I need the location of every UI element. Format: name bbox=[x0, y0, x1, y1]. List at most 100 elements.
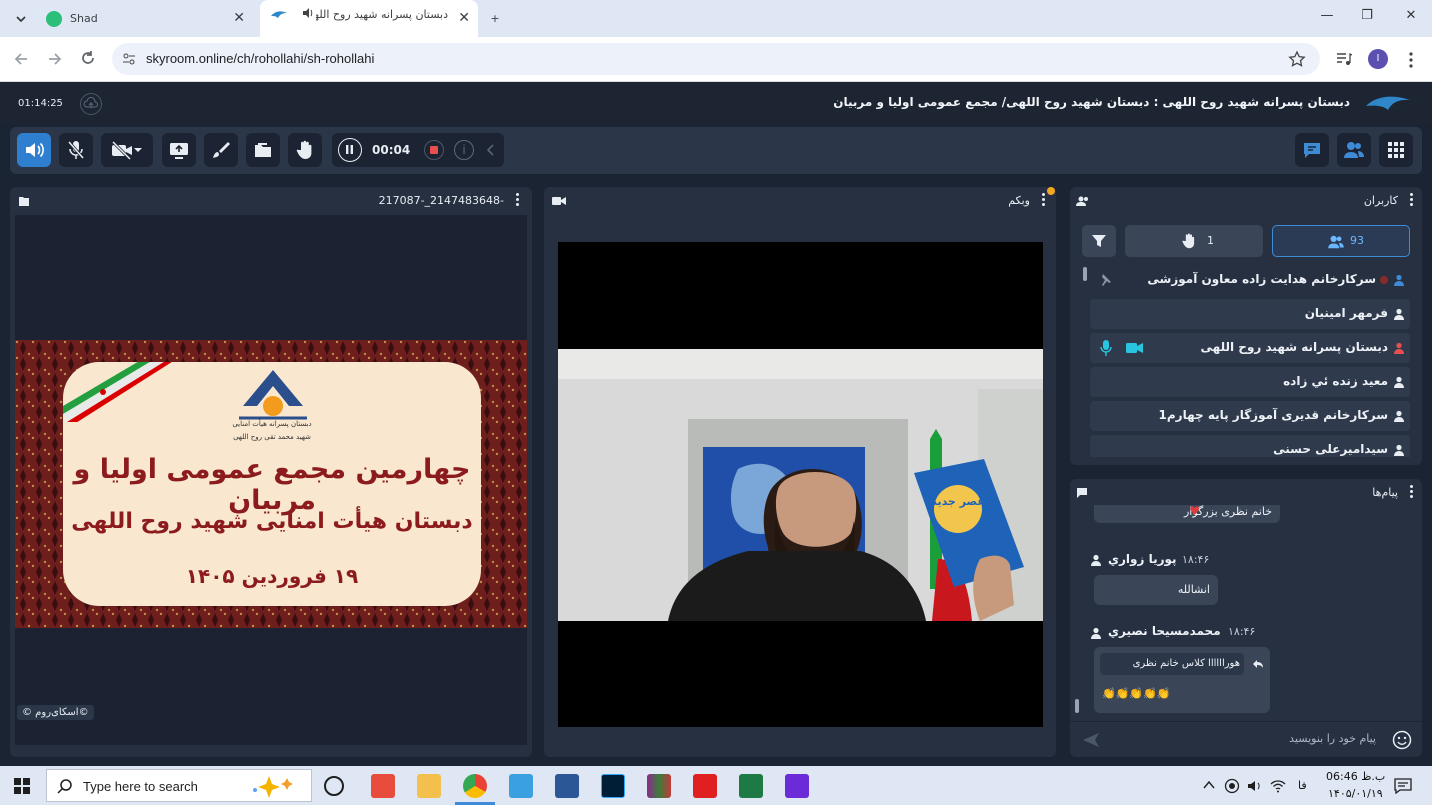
app-icon[interactable] bbox=[509, 774, 533, 798]
wifi-tray-icon[interactable] bbox=[1270, 778, 1286, 794]
chat-input-placeholder[interactable]: پیام خود را بنویسید bbox=[1289, 732, 1376, 745]
school-name-line-2: شهید محمد تقی روح اللهی bbox=[233, 433, 311, 441]
excel-app-icon[interactable] bbox=[739, 774, 763, 798]
windows-start-icon[interactable] bbox=[14, 778, 30, 794]
quoted-message: هوراااااا کلاس خانم نظری bbox=[1100, 653, 1244, 675]
anydesk-app-icon[interactable] bbox=[371, 774, 395, 798]
back-icon[interactable] bbox=[12, 49, 32, 69]
banner-date: ۱۹ فروردین ۱۴۰۵ bbox=[185, 564, 359, 588]
user-row[interactable]: سرکارخانم هدایت زاده معاون آموزشی bbox=[1090, 265, 1410, 295]
info-icon[interactable]: i bbox=[454, 140, 474, 160]
apps-grid-button[interactable] bbox=[1379, 133, 1413, 167]
panel-menu-icon[interactable] bbox=[1408, 484, 1414, 500]
clock-date[interactable]: ۱۴۰۵/۰۱/۱۹ bbox=[1328, 787, 1383, 800]
skyroom-logo-icon bbox=[1366, 96, 1410, 110]
speaker-icon[interactable] bbox=[302, 7, 314, 19]
stop-recording-button[interactable] bbox=[424, 140, 444, 160]
word-app-icon[interactable] bbox=[555, 774, 579, 798]
search-highlight-icon bbox=[253, 776, 293, 798]
user-row[interactable]: معید زنده ئي زاده bbox=[1090, 367, 1410, 397]
whiteboard-button[interactable] bbox=[204, 133, 238, 167]
document-viewer: دبستان پسرانه هیأت امنایی شهید محمد تقی … bbox=[15, 215, 527, 745]
close-tab-icon[interactable]: ✕ bbox=[233, 10, 245, 26]
media-control-icon[interactable] bbox=[1336, 51, 1352, 67]
camera-off-icon bbox=[111, 140, 132, 160]
users-scrollbar[interactable] bbox=[1083, 267, 1087, 281]
pause-recording-button[interactable] bbox=[338, 138, 362, 162]
book-title: عصر جدید bbox=[931, 495, 985, 508]
filter-button[interactable] bbox=[1082, 225, 1116, 257]
tab-skyroom[interactable]: دبستان پسرانه شهید روح اللهی ✕ bbox=[260, 0, 478, 37]
profile-avatar[interactable]: I bbox=[1368, 49, 1388, 69]
browser-menu-icon[interactable] bbox=[1406, 51, 1416, 69]
grid-icon bbox=[1388, 142, 1404, 158]
speaker-toggle-button[interactable] bbox=[17, 133, 51, 167]
close-tab-icon[interactable]: ✕ bbox=[458, 10, 470, 26]
volume-tray-icon[interactable] bbox=[1247, 778, 1263, 794]
bookmark-star-icon[interactable] bbox=[1288, 50, 1306, 68]
minimize-button[interactable]: — bbox=[1316, 8, 1338, 30]
recording-time: 00:04 bbox=[372, 143, 411, 157]
user-row[interactable]: فرمهر امینیان bbox=[1090, 299, 1410, 329]
close-window-button[interactable]: ✕ bbox=[1400, 8, 1422, 30]
share-screen-button[interactable] bbox=[162, 133, 196, 167]
clock-time[interactable]: 06:46 ب.ظ bbox=[1326, 770, 1385, 783]
microphone-toggle-button[interactable] bbox=[59, 133, 93, 167]
files-button[interactable] bbox=[246, 133, 280, 167]
file-explorer-icon[interactable] bbox=[417, 774, 441, 798]
restore-button[interactable]: ❐ bbox=[1356, 8, 1378, 30]
photoshop-app-icon[interactable] bbox=[601, 774, 625, 798]
tab-shad[interactable]: Shad ✕ bbox=[38, 0, 253, 37]
send-icon[interactable] bbox=[1082, 731, 1100, 749]
chat-icon bbox=[1304, 143, 1320, 158]
raised-hands-tab[interactable]: 1 bbox=[1125, 225, 1263, 257]
address-bar[interactable]: skyroom.online/ch/rohollahi/sh-rohollahi bbox=[112, 43, 1320, 75]
chat-panel: پیام‌ها خانم نظری بزرگوار ♥ پوريا زواري … bbox=[1070, 479, 1422, 757]
chevron-up-icon[interactable] bbox=[1203, 780, 1215, 790]
all-users-tab[interactable]: 93 bbox=[1272, 225, 1410, 257]
users-toggle-button[interactable] bbox=[1337, 133, 1371, 167]
chat-toggle-button[interactable] bbox=[1295, 133, 1329, 167]
cloud-upload-icon[interactable] bbox=[80, 93, 102, 115]
acrobat-app-icon[interactable] bbox=[693, 774, 717, 798]
panel-menu-icon[interactable] bbox=[1408, 192, 1414, 208]
site-info-icon[interactable] bbox=[122, 52, 136, 66]
user-icon bbox=[1394, 376, 1404, 388]
chrome-app-icon[interactable] bbox=[463, 774, 487, 798]
new-tab-button[interactable]: + bbox=[486, 0, 504, 37]
raise-hand-button[interactable] bbox=[288, 133, 322, 167]
iran-flag-ribbon bbox=[63, 362, 172, 422]
panel-menu-icon[interactable] bbox=[514, 192, 520, 208]
user-row[interactable]: دبستان پسرانه شهید روح اللهی bbox=[1090, 333, 1410, 363]
language-indicator[interactable]: فا bbox=[1298, 779, 1307, 792]
recording-controls: 00:04 i bbox=[332, 133, 504, 167]
pin-icon[interactable] bbox=[1098, 273, 1112, 287]
chevron-left-icon[interactable] bbox=[486, 144, 496, 156]
notification-center-icon[interactable] bbox=[1394, 778, 1412, 794]
message-time: ۱۸:۴۶ bbox=[1228, 625, 1256, 638]
emoji-icon[interactable] bbox=[1392, 730, 1412, 750]
panel-menu-icon[interactable] bbox=[1040, 192, 1046, 208]
webcam-video: عصر جدید bbox=[558, 349, 1043, 621]
users-panel: کاربران 1 93 سرکارخانم هدایت زاده معاون … bbox=[1070, 187, 1422, 465]
taskbar-search[interactable]: Type here to search bbox=[46, 769, 312, 802]
document-panel: 217087-_2147483648- دبستان پسرانه هیأت ا… bbox=[10, 187, 532, 757]
record-tray-icon[interactable] bbox=[1224, 778, 1240, 794]
speaker-video-frame: عصر جدید bbox=[558, 349, 1043, 621]
camera-toggle-button[interactable] bbox=[101, 133, 153, 167]
app-icon[interactable] bbox=[785, 774, 809, 798]
user-row[interactable]: سرکارخانم قدیری آموزگار پایه چهارم1 bbox=[1090, 401, 1410, 431]
winrar-app-icon[interactable] bbox=[647, 774, 671, 798]
browser-toolbar: skyroom.online/ch/rohollahi/sh-rohollahi bbox=[0, 37, 1432, 82]
chat-scrollbar[interactable] bbox=[1075, 699, 1079, 713]
forward-icon[interactable] bbox=[44, 49, 64, 69]
skyroom-favicon-icon bbox=[271, 11, 287, 18]
message-time: ۱۸:۴۶ bbox=[1182, 553, 1210, 566]
user-icon bbox=[1394, 274, 1404, 286]
task-view-icon[interactable] bbox=[324, 776, 344, 796]
user-row[interactable]: سیدامیرعلی حسنی bbox=[1090, 435, 1410, 457]
webcam-video-area: عصر جدید bbox=[558, 242, 1043, 727]
user-icon bbox=[1091, 627, 1101, 639]
reload-icon[interactable] bbox=[78, 49, 98, 69]
tab-search-button[interactable] bbox=[10, 0, 32, 37]
